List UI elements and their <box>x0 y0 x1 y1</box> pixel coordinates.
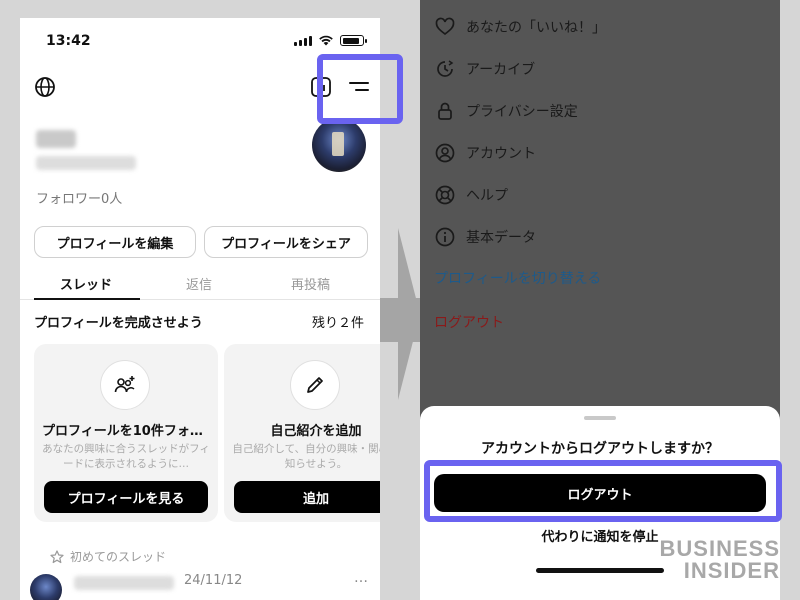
tab-replies[interactable]: 返信 <box>186 274 212 293</box>
menu-item-label: アカウント <box>466 146 536 162</box>
watermark-line1: BUSINESS <box>659 536 780 561</box>
status-time: 13:42 <box>46 33 91 49</box>
share-profile-button[interactable]: プロフィールをシェア <box>204 226 368 258</box>
menu-item-account[interactable]: アカウント <box>434 142 536 164</box>
avatar[interactable] <box>312 118 366 172</box>
tab-reposts[interactable]: 再投稿 <box>291 274 330 293</box>
add-bio-button[interactable]: 追加 <box>234 481 380 513</box>
wifi-icon <box>319 35 333 46</box>
menu-item-archive[interactable]: アーカイブ <box>434 58 535 80</box>
followers-count[interactable]: フォロワー0人 <box>36 188 122 207</box>
complete-profile-title: プロフィールを完成させよう <box>34 316 203 331</box>
globe-icon[interactable] <box>34 76 56 98</box>
lock-icon <box>434 100 456 122</box>
blurred-thread-username <box>74 576 174 590</box>
star-icon <box>50 549 64 563</box>
menu-highlight-box <box>317 54 403 124</box>
card-title: プロフィールを10件フォロー <box>42 424 216 439</box>
menu-item-help[interactable]: ヘルプ <box>434 184 508 206</box>
business-insider-watermark: BUSINESS INSIDER <box>660 538 780 582</box>
status-icons <box>294 35 367 46</box>
thread-date: 24/11/12 <box>184 573 243 588</box>
archive-icon <box>434 58 456 80</box>
watermark-line2: INSIDER <box>683 558 780 583</box>
tab-threads[interactable]: スレッド <box>60 274 112 293</box>
transition-arrow-head <box>398 228 420 400</box>
remaining-count: 残り２件 <box>312 316 365 331</box>
card-title: 自己紹介を追加 <box>270 424 362 439</box>
edit-profile-button[interactable]: プロフィールを編集 <box>34 226 196 258</box>
card-icon-container <box>290 360 340 410</box>
follow-profiles-card: プロフィールを10件フォロー あなたの興味に合うスレッドがフィードに表示されるよ… <box>34 344 218 522</box>
first-thread-label: 初めてのスレッド <box>50 548 166 565</box>
account-icon <box>434 142 456 164</box>
profile-tabs: スレッド 返信 再投稿 <box>20 272 380 300</box>
more-options-icon[interactable]: … <box>354 570 369 586</box>
menu-item-privacy[interactable]: プライバシー設定 <box>434 100 578 122</box>
card-description: あなたの興味に合うスレッドがフィードに表示されるように… <box>42 443 210 470</box>
add-bio-card: 自己紹介を追加 自己紹介して、自分の興味・関心を知らせよう。 追加 <box>224 344 380 522</box>
menu-item-label: アーカイブ <box>466 62 536 78</box>
blurred-name <box>36 130 76 148</box>
first-thread-text: 初めてのスレッド <box>70 550 167 564</box>
menu-item-label: 基本データ <box>466 230 536 246</box>
battery-icon <box>340 35 367 46</box>
home-indicator <box>536 568 664 573</box>
add-people-icon <box>114 376 135 393</box>
menu-item-basic-data[interactable]: 基本データ <box>434 226 536 248</box>
heart-icon <box>434 16 456 38</box>
sheet-drag-handle[interactable] <box>584 416 616 420</box>
view-profiles-button[interactable]: プロフィールを見る <box>44 481 208 513</box>
signal-icon <box>294 35 312 46</box>
card-description: 自己紹介して、自分の興味・関心を知らせよう。 <box>232 443 380 470</box>
pencil-icon <box>307 377 323 393</box>
card-icon-container <box>100 360 150 410</box>
menu-item-label: あなたの「いいね！」 <box>466 20 606 36</box>
info-icon <box>434 226 456 248</box>
menu-item-label: プライバシー設定 <box>466 104 578 120</box>
menu-item-likes[interactable]: あなたの「いいね！」 <box>434 16 606 38</box>
menu-item-label: ヘルプ <box>466 188 508 204</box>
help-icon <box>434 184 456 206</box>
logout-link[interactable]: ログアウト <box>434 312 504 332</box>
switch-profile-link[interactable]: プロフィールを切り替える <box>434 268 601 288</box>
blurred-username <box>36 156 136 170</box>
sheet-title: アカウントからログアウトしますか？ <box>481 441 719 457</box>
active-tab-indicator <box>34 298 140 300</box>
logout-highlight-box <box>424 460 782 522</box>
thread-avatar[interactable] <box>30 574 62 600</box>
